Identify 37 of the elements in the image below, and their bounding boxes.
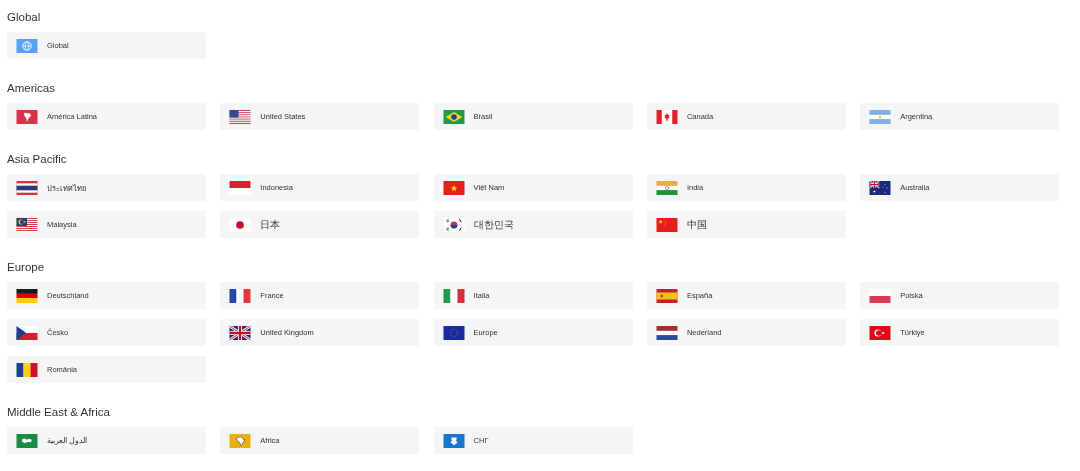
flag-icon xyxy=(442,109,465,124)
flag-icon xyxy=(229,180,252,195)
globe-icon xyxy=(16,38,38,53)
section-heading: Middle East & Africa xyxy=(7,405,111,420)
region-link[interactable]: 中国 xyxy=(646,211,846,238)
flag-icon xyxy=(869,325,892,340)
flag-icon xyxy=(442,180,465,195)
flag-icon xyxy=(16,217,38,232)
flag-icon xyxy=(442,217,465,232)
flag-icon xyxy=(16,288,38,303)
region-link[interactable]: 대한민국 xyxy=(433,211,633,238)
section-heading: Europe xyxy=(7,260,46,275)
flag-icon xyxy=(869,180,892,195)
flag-icon xyxy=(655,217,678,232)
section-heading: Americas xyxy=(7,81,56,96)
flag-icon xyxy=(229,288,252,303)
flag-icon xyxy=(442,325,465,340)
flag-icon xyxy=(16,180,38,195)
section-heading: Global xyxy=(7,10,42,25)
flag-icon xyxy=(442,433,465,448)
flag-icon xyxy=(442,288,465,303)
flag-icon xyxy=(655,180,678,195)
region-link[interactable]: 日本 xyxy=(220,211,420,238)
flag-icon xyxy=(16,433,38,448)
flag-icon xyxy=(655,288,678,303)
flag-icon xyxy=(16,109,38,124)
flag-icon xyxy=(229,433,252,448)
flag-icon xyxy=(655,109,678,124)
flag-icon xyxy=(229,217,252,232)
flag-icon xyxy=(869,288,892,303)
flag-icon xyxy=(655,325,678,340)
flag-icon xyxy=(16,362,38,377)
flag-icon xyxy=(229,109,252,124)
flag-icon xyxy=(16,325,38,340)
flag-icon xyxy=(869,109,892,124)
flag-icon xyxy=(229,325,252,340)
section-heading: Asia Pacific xyxy=(7,152,68,167)
